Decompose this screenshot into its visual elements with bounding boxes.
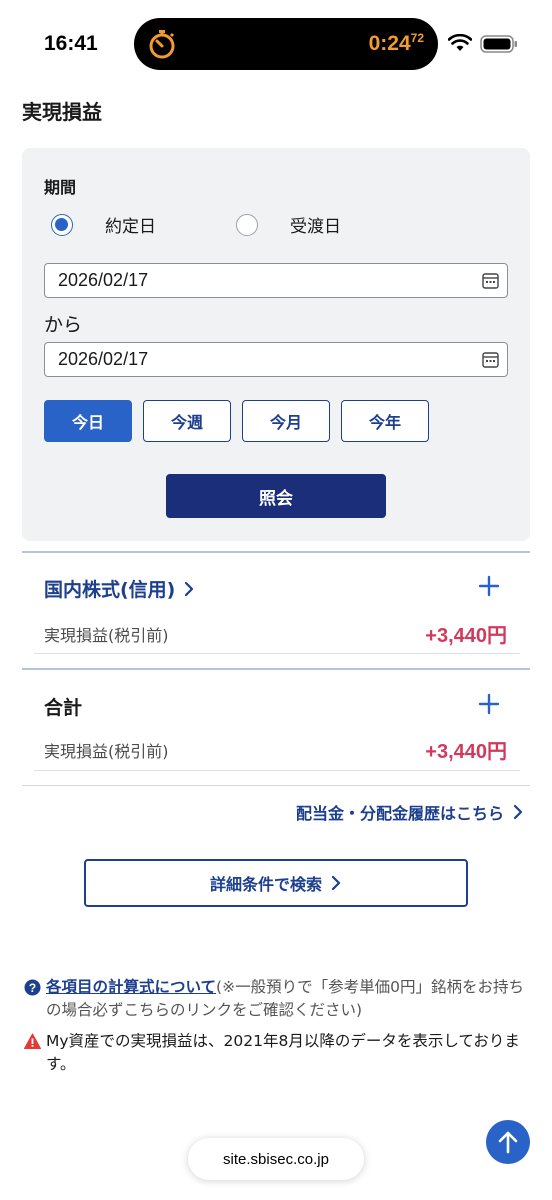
dynamic-island[interactable]: 0:2472	[134, 18, 438, 70]
date-to-input[interactable]: 2026/02/17	[44, 342, 508, 377]
this-month-button[interactable]: 今月	[242, 400, 330, 442]
formula-link[interactable]: 各項目の計算式について	[46, 978, 216, 996]
status-time: 16:41	[44, 32, 98, 55]
svg-text:?: ?	[29, 981, 36, 995]
date-from-input[interactable]: 2026/02/17	[44, 263, 508, 298]
detail-search-button[interactable]: 詳細条件で検索	[84, 859, 468, 907]
radio-circle[interactable]	[51, 213, 73, 236]
chevron-right-icon	[185, 581, 194, 596]
date-from-value: 2026/02/17	[58, 270, 149, 290]
row-divider	[34, 770, 520, 771]
section-title: 合計	[44, 697, 83, 719]
today-button[interactable]: 今日	[44, 400, 132, 442]
section-divider	[22, 785, 530, 786]
calendar-icon[interactable]	[482, 272, 499, 289]
detail-search-label: 詳細条件で検索	[209, 875, 322, 894]
section-total-title: 合計	[44, 693, 82, 720]
question-circle-icon: ?	[24, 979, 41, 996]
radio-label: 約定日	[105, 217, 156, 237]
row-value: +3,440円	[425, 625, 507, 647]
plus-icon[interactable]	[478, 693, 500, 715]
range-separator: から	[44, 314, 83, 336]
stopwatch-icon	[149, 30, 175, 59]
page-title: 実現損益	[22, 100, 102, 124]
dividend-history-label: 配当金・分配金履歴はこちら	[295, 804, 504, 823]
section-divider	[22, 668, 530, 670]
row-divider	[34, 653, 520, 654]
battery-icon	[480, 35, 517, 53]
chevron-right-icon	[331, 875, 341, 891]
section-title: 国内株式(信用)	[44, 579, 176, 601]
timer-readout: 0:2472	[368, 31, 424, 55]
radio-label: 受渡日	[290, 217, 341, 237]
arrow-up-icon	[498, 1131, 518, 1154]
warning-text: My資産での実現損益は、2021年8月以降のデータを表示しております。	[46, 1032, 520, 1073]
url-bar[interactable]: site.sbisec.co.jp	[188, 1138, 364, 1180]
radio-contract-date[interactable]: 約定日	[51, 212, 156, 237]
date-to-value: 2026/02/17	[58, 349, 149, 369]
formula-note: ? 各項目の計算式について(※一般預りで「参考単価0円」銘柄をお持ちの場合必ずこ…	[24, 976, 524, 1022]
period-label: 期間	[44, 178, 77, 197]
this-year-button[interactable]: 今年	[341, 400, 429, 442]
url-text: site.sbisec.co.jp	[223, 1150, 329, 1168]
wifi-icon	[448, 34, 472, 51]
query-button[interactable]: 照会	[166, 474, 386, 518]
this-week-button[interactable]: 今週	[143, 400, 231, 442]
dividend-history-link[interactable]: 配当金・分配金履歴はこちら	[296, 800, 524, 824]
chevron-right-icon	[513, 804, 523, 820]
row-label: 実現損益(税引前)	[44, 742, 169, 761]
scroll-to-top-button[interactable]	[486, 1120, 530, 1164]
row-value: +3,440円	[425, 741, 507, 763]
section-domestic-margin-link[interactable]: 国内株式(信用)	[44, 575, 195, 602]
calendar-icon[interactable]	[482, 351, 499, 368]
row-label: 実現損益(税引前)	[44, 626, 169, 645]
filter-panel: 期間 約定日 受渡日 2026/02/17 から 2026/02/17 今日 今…	[22, 148, 530, 541]
warning-note: My資産での実現損益は、2021年8月以降のデータを表示しております。	[24, 1030, 524, 1076]
radio-circle[interactable]	[236, 213, 258, 236]
radio-delivery-date[interactable]: 受渡日	[236, 212, 341, 237]
section-divider	[22, 551, 530, 553]
plus-icon[interactable]	[478, 575, 500, 597]
status-bar: 16:41 0:2472	[0, 0, 552, 92]
warning-triangle-icon	[24, 1033, 41, 1049]
